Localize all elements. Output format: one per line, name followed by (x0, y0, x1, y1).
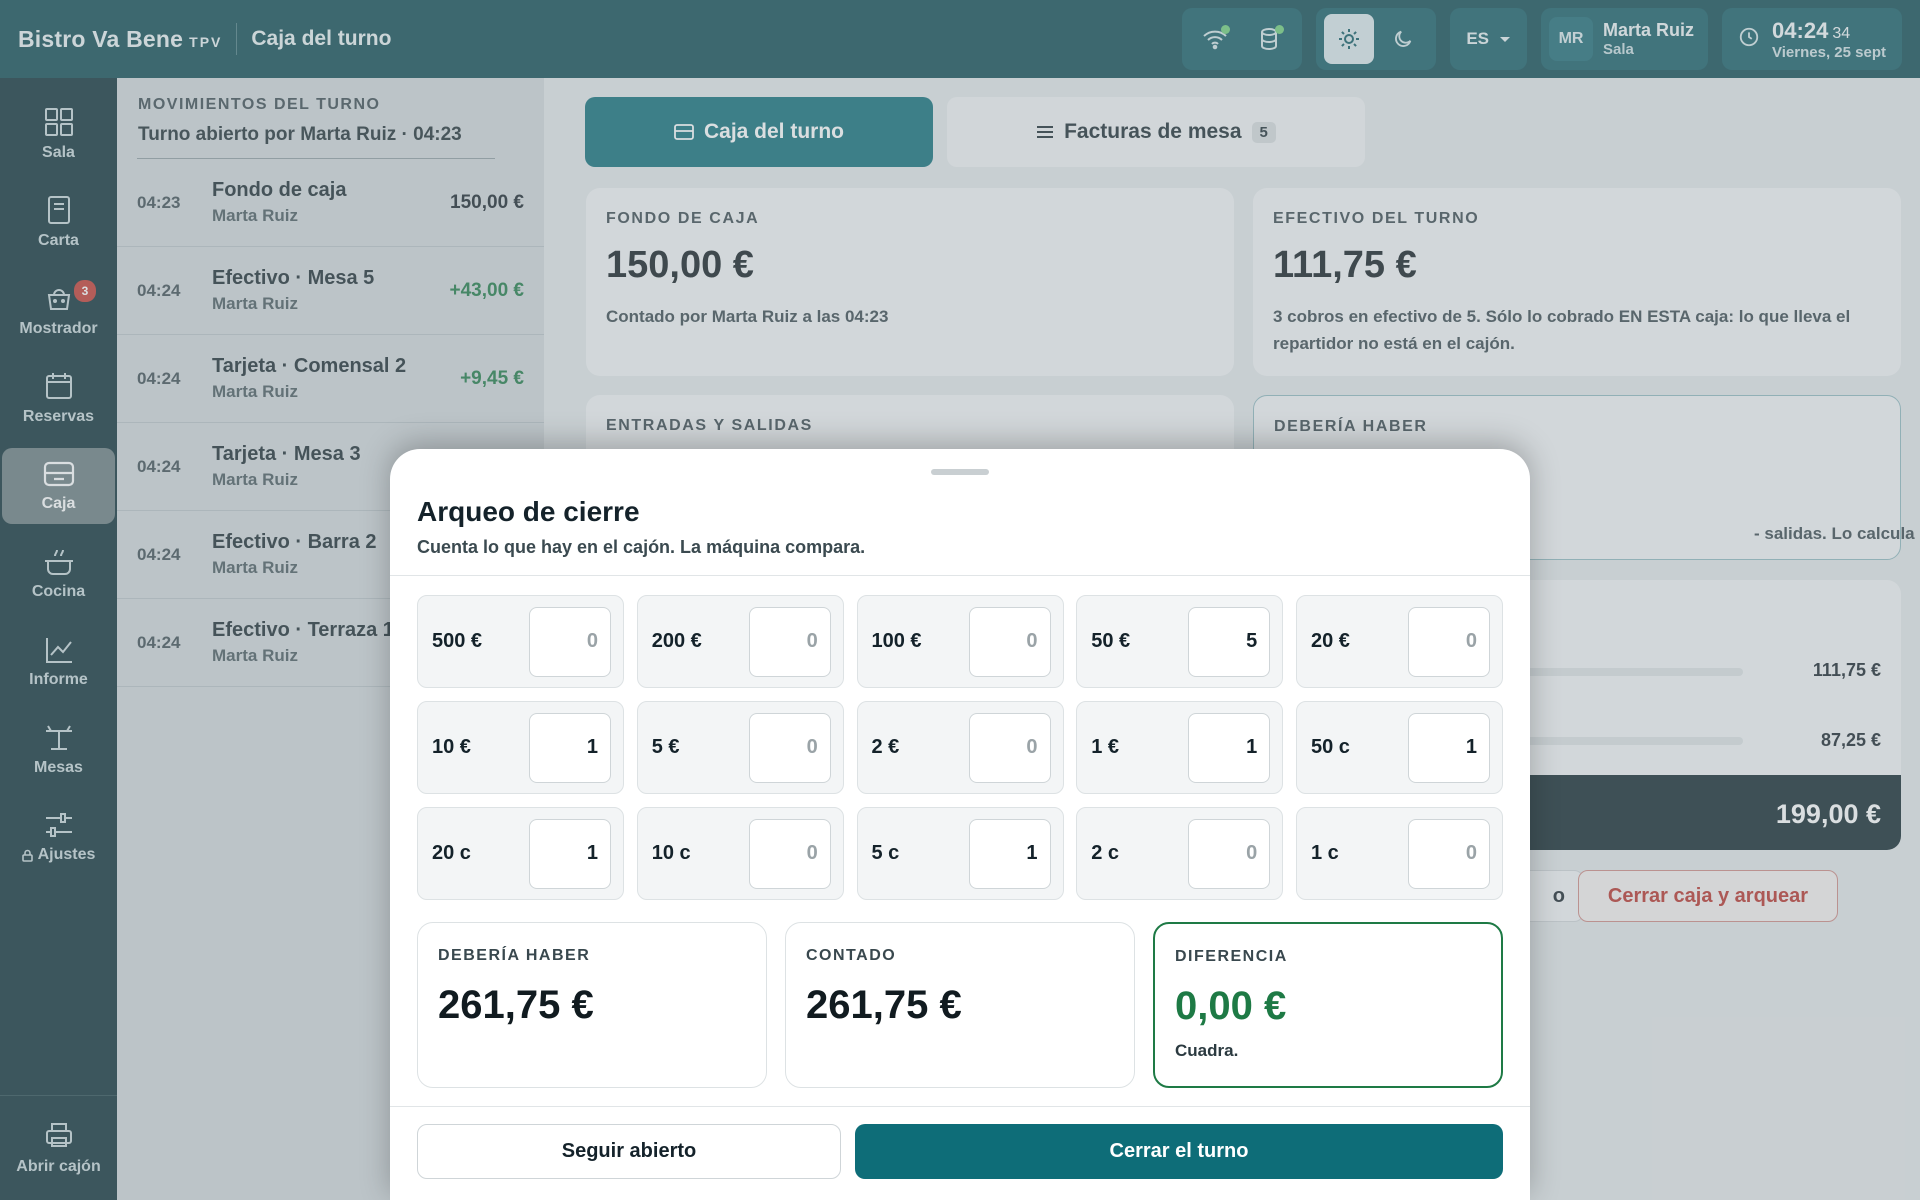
denomination-label: 5 c (871, 842, 900, 864)
denomination-label: 2 € (871, 736, 900, 758)
denomination-label: 5 € (651, 736, 680, 758)
denomination-cell: 2 € 0 (856, 701, 1064, 794)
denomination-cell: 20 c 1 (417, 807, 624, 900)
total-value: 261,75 € (806, 983, 962, 1027)
denomination-label: 1 c (1311, 842, 1339, 864)
keep-open-button[interactable]: Seguir abierto (417, 1124, 841, 1179)
total-value: 0,00 € (1175, 984, 1287, 1028)
denomination-cell: 20 € 0 (1296, 595, 1503, 688)
denomination-count-input[interactable]: 1 (529, 712, 611, 783)
denomination-count-input[interactable]: 0 (968, 606, 1051, 677)
denomination-count-input[interactable]: 0 (1408, 606, 1490, 677)
denomination-label: 50 c (1311, 736, 1350, 758)
counted-total-card: CONTADO 261,75 € (785, 922, 1135, 1088)
totals-row: DEBERÍA HABER 261,75 € CONTADO 261,75 € … (417, 922, 1503, 1088)
denomination-cell: 5 € 0 (636, 701, 844, 794)
denomination-label: 20 c (432, 842, 471, 864)
denomination-count-input[interactable]: 0 (1408, 818, 1490, 889)
denomination-label: 1 € (1091, 736, 1120, 758)
sheet-subtitle: Cuenta lo que hay en el cajón. La máquin… (417, 537, 866, 557)
expected-total-card: DEBERÍA HABER 261,75 € (417, 922, 767, 1088)
denomination-count-input[interactable]: 0 (748, 818, 831, 889)
denomination-label: 2 c (1091, 842, 1120, 864)
denomination-label: 100 € (871, 630, 922, 652)
denomination-cell: 10 c 0 (636, 807, 844, 900)
denomination-count-input[interactable]: 0 (748, 712, 831, 783)
denomination-count-input[interactable]: 0 (968, 712, 1051, 783)
denomination-count-input[interactable]: 0 (1188, 818, 1271, 889)
total-value: 261,75 € (438, 983, 594, 1027)
denomination-cell: 50 c 1 (1296, 701, 1503, 794)
denomination-cell: 1 c 0 (1296, 807, 1503, 900)
denomination-cell: 1 € 1 (1076, 701, 1284, 794)
denomination-label: 500 € (432, 630, 483, 652)
denomination-count-input[interactable]: 5 (1188, 606, 1271, 677)
denomination-grid: 500 € 0 200 € 0 100 € 0 50 € 5 20 € 0 10 € 15… (417, 595, 1503, 900)
denomination-label: 200 € (651, 630, 702, 652)
total-label: CONTADO (806, 947, 897, 964)
denomination-cell: 50 € 5 (1076, 595, 1284, 688)
denomination-cell: 5 c 1 (856, 807, 1064, 900)
denomination-label: 10 € (432, 736, 471, 758)
denomination-count-input[interactable]: 1 (1188, 712, 1271, 783)
total-label: DIFERENCIA (1175, 948, 1288, 965)
difference-card: DIFERENCIA 0,00 € Cuadra. (1153, 922, 1503, 1088)
total-label: DEBERÍA HABER (438, 947, 591, 964)
sheet-title: Arqueo de cierre (417, 496, 640, 527)
denomination-cell: 2 c 0 (1076, 807, 1284, 900)
divider (390, 575, 1530, 576)
denomination-count-input[interactable]: 0 (529, 606, 611, 677)
denomination-count-input[interactable]: 0 (748, 606, 831, 677)
denomination-cell: 100 € 0 (856, 595, 1064, 688)
close-shift-button[interactable]: Cerrar el turno (855, 1124, 1503, 1179)
difference-note: Cuadra. (1175, 1041, 1239, 1060)
denomination-cell: 10 € 1 (417, 701, 624, 794)
denomination-cell: 500 € 0 (417, 595, 624, 688)
denomination-count-input[interactable]: 1 (529, 818, 611, 889)
denomination-cell: 200 € 0 (636, 595, 844, 688)
denomination-label: 10 c (651, 842, 691, 864)
drag-handle[interactable] (931, 469, 989, 475)
divider (390, 1106, 1530, 1107)
denomination-label: 50 € (1091, 630, 1131, 652)
closing-count-sheet: Arqueo de cierre Cuenta lo que hay en el… (390, 449, 1530, 1200)
denomination-label: 20 € (1311, 630, 1350, 652)
denomination-count-input[interactable]: 1 (968, 818, 1051, 889)
denomination-count-input[interactable]: 1 (1408, 712, 1490, 783)
